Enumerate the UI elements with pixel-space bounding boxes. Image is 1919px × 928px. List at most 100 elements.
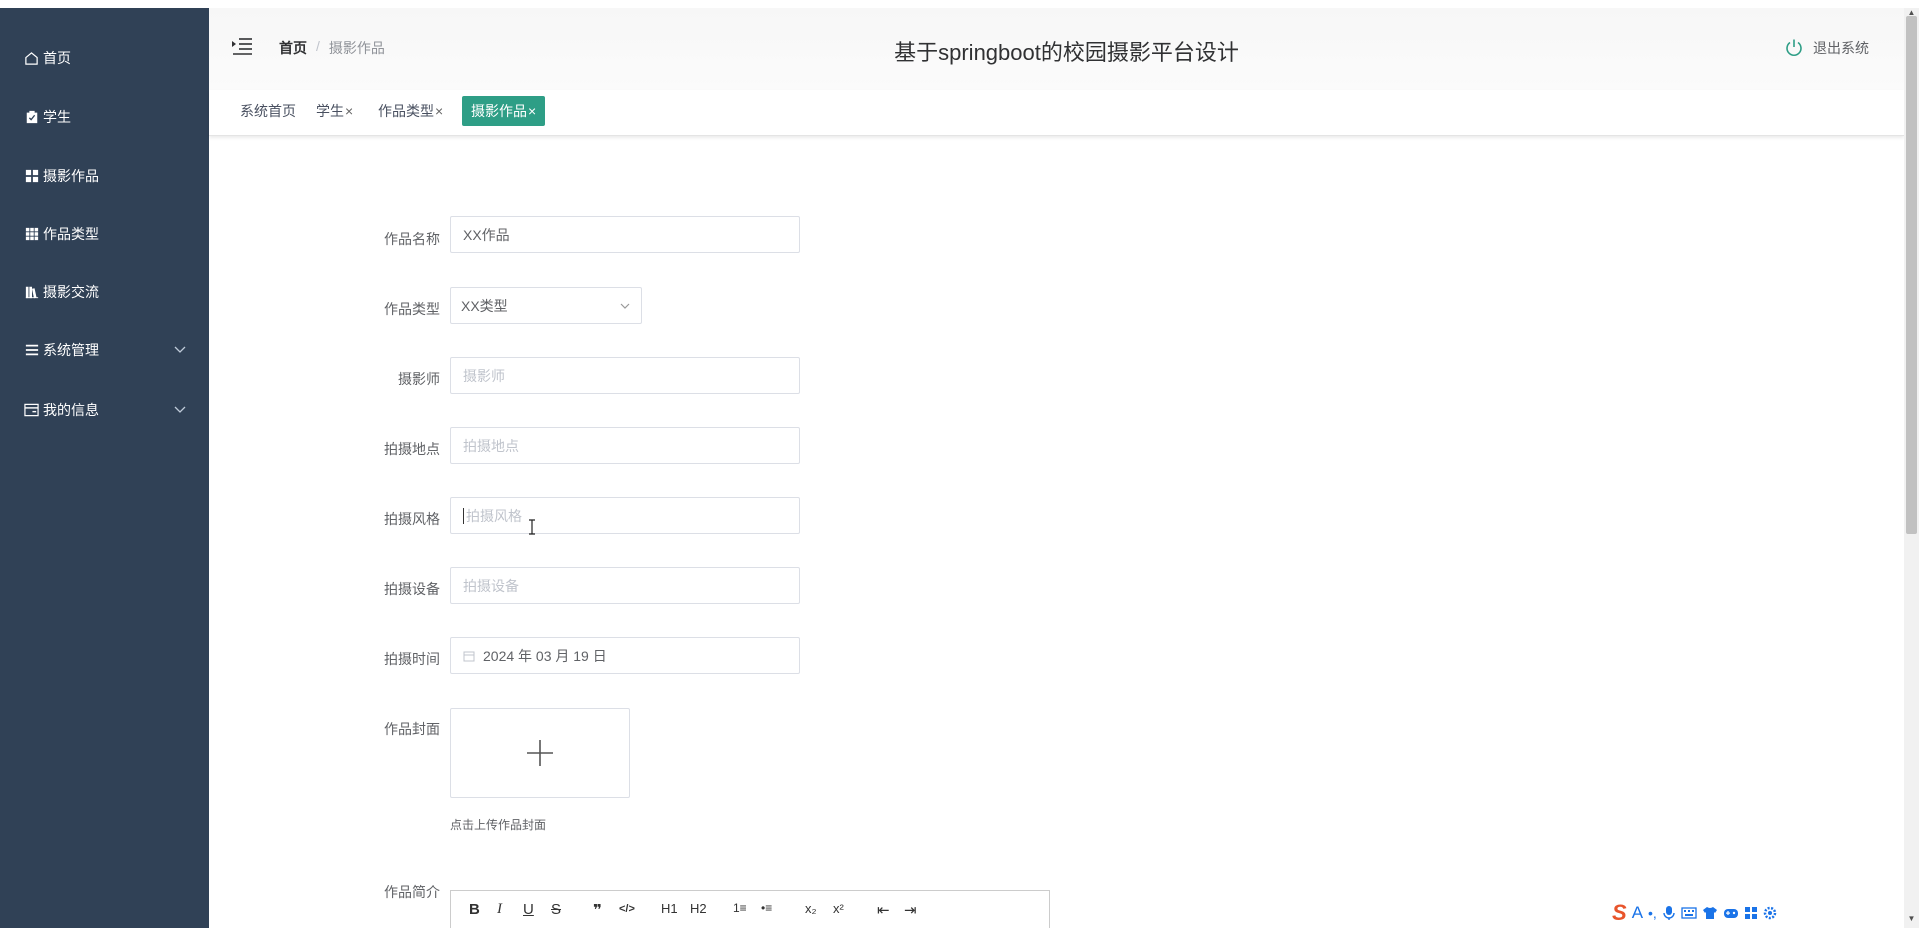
chevron-down-icon (174, 346, 186, 353)
plus-icon (527, 740, 553, 766)
underline-button[interactable]: U (523, 901, 534, 918)
outdent-button[interactable]: ⇤ (877, 901, 890, 919)
id-card-icon (24, 403, 39, 418)
superscript-button[interactable]: x² (833, 901, 844, 916)
code-button[interactable]: </> (619, 903, 635, 915)
sidebar-item-label: 首页 (43, 50, 71, 66)
device-input[interactable]: 拍摄设备 (450, 567, 800, 604)
select-value: XX类型 (461, 297, 508, 314)
location-label: 拍摄地点 (384, 441, 440, 457)
apps-grid-icon[interactable] (1744, 906, 1758, 920)
ime-toolbar[interactable]: S A •, (1612, 898, 1777, 928)
gamepad-icon[interactable] (1723, 906, 1739, 920)
tab-home[interactable]: 系统首页 (231, 96, 305, 126)
quote-button[interactable]: ❞ (593, 901, 602, 919)
type-label: 作品类型 (384, 301, 440, 317)
close-icon[interactable]: × (345, 103, 353, 119)
text-caret (463, 507, 464, 524)
text-cursor-icon (529, 519, 535, 535)
sidebar-item-students[interactable]: 学生 (0, 97, 209, 137)
style-input[interactable]: 拍摄风格 (450, 497, 800, 534)
home-icon (24, 51, 39, 66)
bold-button[interactable]: B (469, 901, 480, 918)
work-type-select[interactable]: XX类型 (450, 287, 642, 324)
sidebar-item-label: 系统管理 (43, 342, 99, 358)
list-settings-icon (24, 343, 39, 358)
cover-upload-box[interactable] (450, 708, 630, 798)
rich-text-editor: B I U S ❞ </> H1 H2 1≡ •≡ x₂ x² ⇤ ⇥ (450, 890, 1050, 928)
device-label: 拍摄设备 (384, 581, 440, 597)
sidebar-item-label: 我的信息 (43, 402, 99, 418)
h2-button[interactable]: H2 (690, 901, 707, 916)
tab-label: 学生 (316, 103, 344, 119)
tab-students[interactable]: 学生× (307, 96, 362, 126)
sidebar-item-label: 作品类型 (43, 226, 99, 242)
subscript-button[interactable]: x₂ (805, 901, 817, 916)
sidebar-item-label: 学生 (43, 109, 71, 125)
location-input[interactable]: 拍摄地点 (450, 427, 800, 464)
sidebar-item-label: 摄影作品 (43, 168, 99, 184)
tab-works[interactable]: 摄影作品× (462, 96, 546, 126)
input-value: XX作品 (463, 226, 510, 243)
photographer-label: 摄影师 (398, 371, 440, 387)
sidebar-item-system[interactable]: 系统管理 (0, 330, 209, 370)
tab-work-types[interactable]: 作品类型× (369, 96, 452, 126)
work-name-input[interactable]: XX作品 (450, 216, 800, 253)
clipboard-icon (24, 110, 39, 125)
table-icon (24, 227, 39, 242)
input-placeholder: 拍摄设备 (463, 577, 519, 594)
strike-button[interactable]: S (551, 901, 561, 918)
chevron-down-icon (174, 406, 186, 413)
tabs-bar: 系统首页 学生× 作品类型× 摄影作品× (209, 90, 1904, 136)
intro-label: 作品简介 (384, 884, 440, 900)
app-root: 首页 学生 摄影作品 作品类型 摄影交流 系统管理 我的信息 首页 / 摄影作品… (0, 0, 1919, 928)
sidebar-item-label: 摄影交流 (43, 284, 99, 300)
skin-shirt-icon[interactable] (1702, 906, 1718, 920)
scroll-down-arrow[interactable]: ▼ (1906, 914, 1917, 924)
input-placeholder: 摄影师 (463, 367, 505, 384)
logout-button[interactable]: 退出系统 (1784, 38, 1869, 58)
scrollbar-thumb[interactable] (1906, 16, 1917, 534)
bullet-list-button[interactable]: •≡ (761, 901, 772, 915)
ime-mode-icon[interactable]: A (1632, 903, 1643, 923)
sidebar-item-exchange[interactable]: 摄影交流 (0, 272, 209, 312)
style-label: 拍摄风格 (384, 511, 440, 527)
tab-label: 作品类型 (378, 103, 434, 119)
grid-icon (24, 169, 39, 184)
settings-gear-icon[interactable] (1763, 906, 1777, 920)
upload-tip: 点击上传作品封面 (450, 818, 547, 832)
library-icon (24, 285, 39, 300)
top-strip (0, 0, 1919, 8)
cover-label: 作品封面 (384, 721, 440, 737)
app-title: 基于springboot的校园摄影平台设计 (894, 40, 1239, 65)
input-placeholder: 拍摄地点 (463, 437, 519, 454)
close-icon[interactable]: × (528, 103, 536, 119)
power-icon (1786, 39, 1802, 56)
ime-punct-icon[interactable]: •, (1648, 905, 1657, 921)
top-header: 首页 / 摄影作品 基于springboot的校园摄影平台设计 退出系统 (209, 8, 1904, 90)
keyboard-icon[interactable] (1681, 906, 1697, 920)
ime-logo-icon[interactable]: S (1612, 900, 1627, 926)
sidebar-item-works[interactable]: 摄影作品 (0, 156, 209, 196)
italic-button[interactable]: I (497, 901, 502, 918)
photographer-input[interactable]: 摄影师 (450, 357, 800, 394)
tab-label: 摄影作品 (471, 103, 527, 119)
sidebar-item-home[interactable]: 首页 (0, 38, 209, 78)
indent-button[interactable]: ⇥ (904, 901, 917, 919)
chevron-down-icon (620, 303, 630, 309)
h1-button[interactable]: H1 (661, 901, 678, 916)
time-label: 拍摄时间 (384, 651, 440, 667)
date-picker-input[interactable]: 2024 年 03 月 19 日 (450, 637, 800, 674)
sidebar-item-work-types[interactable]: 作品类型 (0, 214, 209, 254)
microphone-icon[interactable] (1662, 905, 1676, 921)
sidebar-item-my-info[interactable]: 我的信息 (0, 390, 209, 430)
sidebar: 首页 学生 摄影作品 作品类型 摄影交流 系统管理 我的信息 (0, 8, 209, 928)
date-value: 2024 年 03 月 19 日 (483, 647, 607, 664)
name-label: 作品名称 (384, 231, 440, 247)
calendar-icon (463, 651, 475, 661)
logout-label: 退出系统 (1813, 40, 1869, 56)
input-placeholder: 拍摄风格 (466, 507, 522, 524)
tab-label: 系统首页 (240, 103, 296, 119)
close-icon[interactable]: × (435, 103, 443, 119)
ordered-list-button[interactable]: 1≡ (733, 901, 747, 915)
